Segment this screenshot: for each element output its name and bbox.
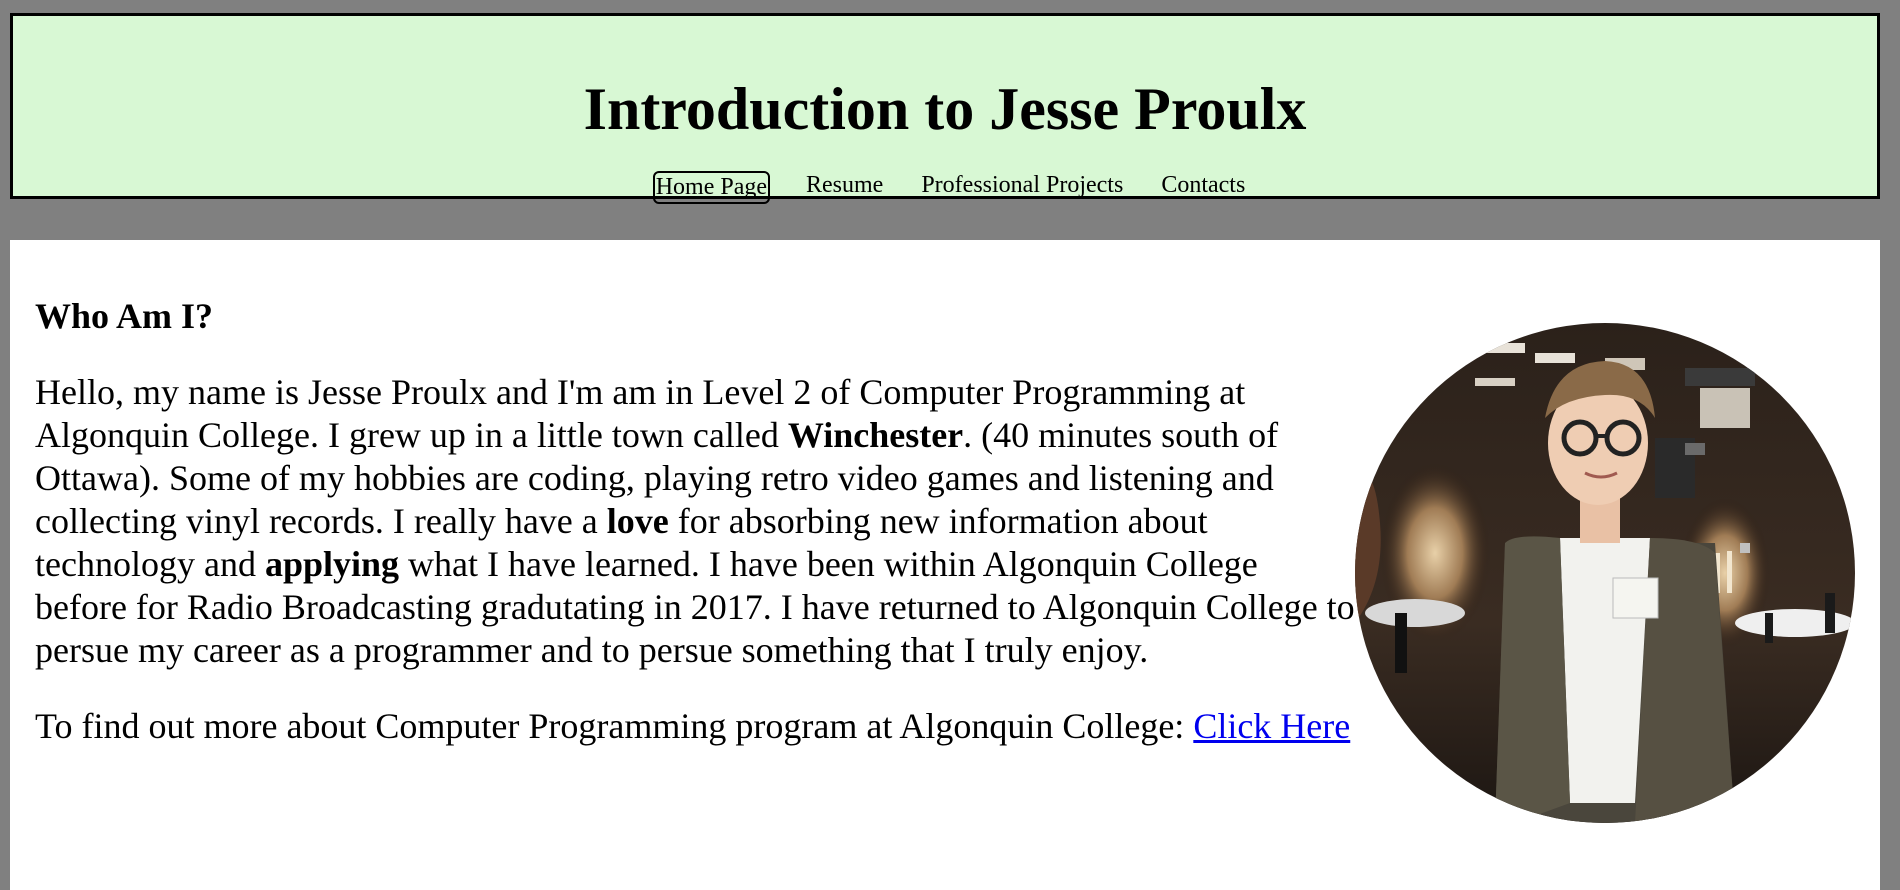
profile-photo-icon [1355,323,1855,823]
intro-paragraph: Hello, my name is Jesse Proulx and I'm a… [35,371,1355,672]
page-title: Introduction to Jesse Proulx [583,76,1307,142]
main-content: Who Am I? Hello, my name is Jesse Proulx… [10,240,1880,890]
nav-resume[interactable]: Resume [804,171,885,204]
nav-home-page[interactable]: Home Page [652,171,770,204]
more-info-paragraph: To find out more about Computer Programm… [35,705,1355,748]
nav-contacts[interactable]: Contacts [1159,171,1247,204]
site-header: Introduction to Jesse Proulx Home Page R… [10,13,1880,204]
more-info-text: To find out more about Computer Programm… [35,706,1194,746]
main-nav: Home Page Resume Professional Projects C… [13,171,1877,204]
section-heading: Who Am I? [35,296,214,336]
profile-photo [1355,323,1855,823]
nav-professional-projects[interactable]: Professional Projects [919,171,1125,204]
intro-bold-winchester: Winchester [787,415,964,455]
intro-bold-love: love [606,501,669,541]
intro-bold-applying: applying [264,544,400,584]
about-section: Who Am I? Hello, my name is Jesse Proulx… [35,295,1355,781]
click-here-link[interactable]: Click Here [1193,706,1350,746]
